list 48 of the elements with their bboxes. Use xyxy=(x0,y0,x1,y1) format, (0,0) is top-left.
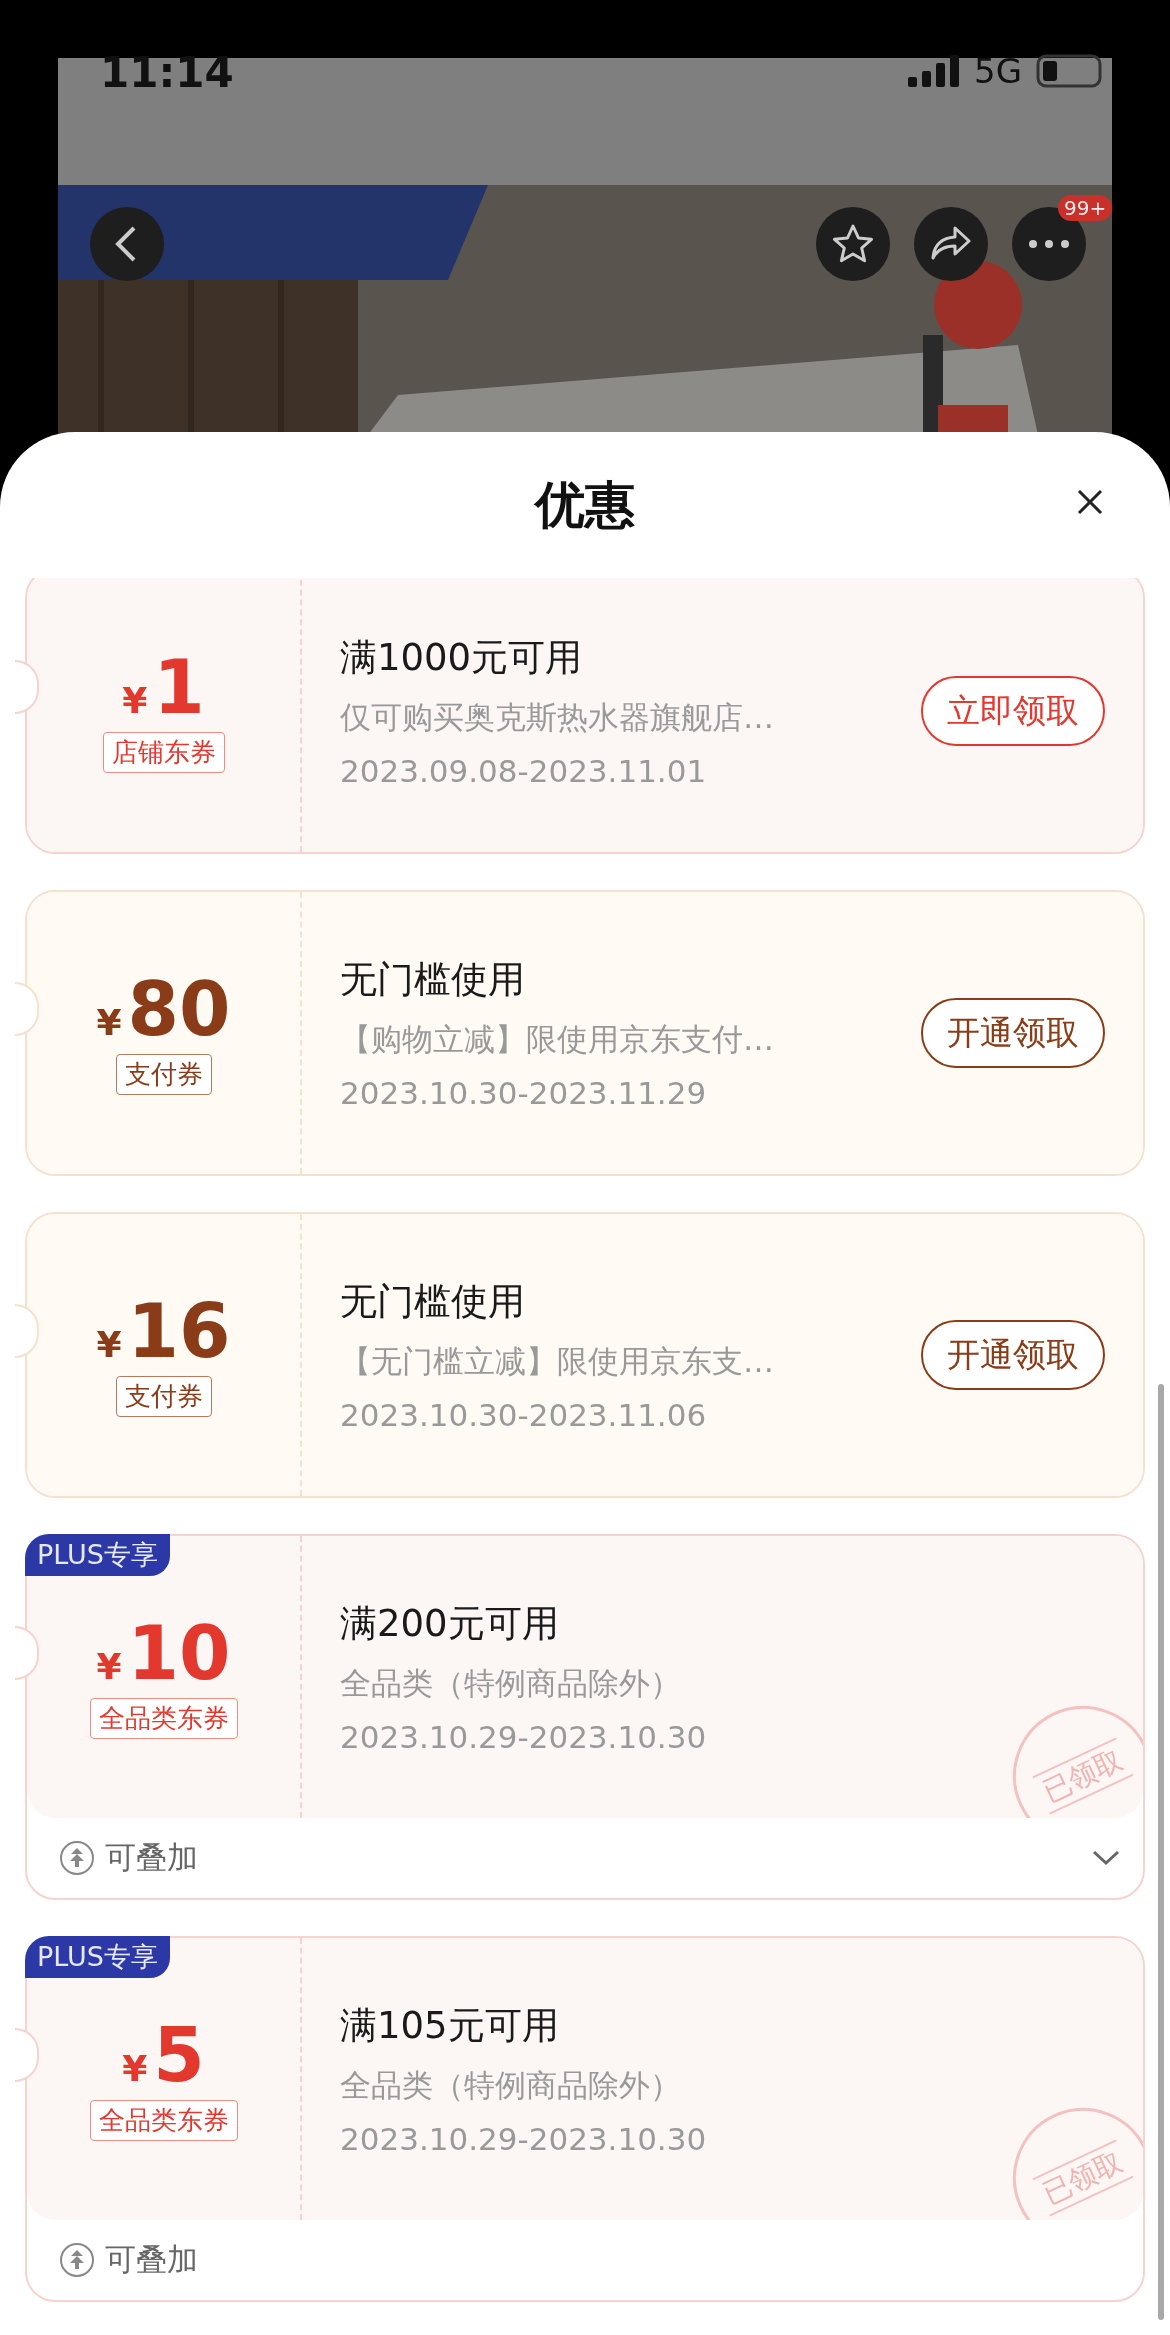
coupon-condition: 满105元可用 xyxy=(340,2003,560,2049)
coupon-description: 【购物立减】限使用京东支付… xyxy=(340,1020,775,1059)
coupon-tag: 支付券 xyxy=(115,1375,212,1417)
coupon-tag: 全品类东券 xyxy=(89,2099,238,2141)
coupon-dates: 2023.10.30-2023.11.06 xyxy=(340,1397,708,1433)
coupon-condition: 满200元可用 xyxy=(340,1601,560,1647)
signal-icon xyxy=(908,55,960,87)
coupon-dates: 2023.10.29-2023.10.30 xyxy=(340,1719,708,1755)
coupon-condition: 满1000元可用 xyxy=(340,635,584,681)
coupon-condition: 无门槛使用 xyxy=(340,1279,526,1325)
coupon-dates: 2023.10.29-2023.10.30 xyxy=(340,2121,708,2157)
coupon-amount: 1 xyxy=(153,649,205,724)
plus-badge: PLUS专享 xyxy=(25,1936,170,1978)
coupon-dates: 2023.10.30-2023.11.29 xyxy=(340,1075,708,1111)
currency-symbol: ¥ xyxy=(96,1645,122,1687)
coupon-tag: 全品类东券 xyxy=(89,1697,238,1739)
coupon-amount: 16 xyxy=(127,1293,231,1368)
coupon-amount: 80 xyxy=(127,971,231,1046)
coupon-amount: 5 xyxy=(153,2017,205,2092)
status-time: 11:14 xyxy=(100,52,234,94)
currency-symbol: ¥ xyxy=(96,1323,122,1365)
network-label: 5G xyxy=(974,54,1022,88)
coupon-dates: 2023.09.08-2023.11.01 xyxy=(340,753,708,789)
notification-badge: 99+ xyxy=(1058,195,1112,221)
sheet-title: 优惠 xyxy=(535,474,635,536)
battery-icon xyxy=(1036,54,1104,88)
claim-button[interactable]: 开通领取 xyxy=(921,998,1105,1068)
claim-button[interactable]: 立即领取 xyxy=(921,676,1105,746)
currency-symbol: ¥ xyxy=(122,679,148,721)
stack-icon xyxy=(59,1840,95,1876)
currency-symbol: ¥ xyxy=(96,1001,122,1043)
coupon-description: 全品类（特例商品除外） xyxy=(340,2066,682,2105)
stackable-label: 可叠加 xyxy=(105,2240,198,2279)
coupon-description: 【无门槛立减】限使用京东支… xyxy=(340,1342,775,1381)
coupon-condition: 无门槛使用 xyxy=(340,957,526,1003)
claim-button[interactable]: 开通领取 xyxy=(921,1320,1105,1390)
coupon-description: 仅可购买奥克斯热水器旗舰店… xyxy=(340,698,775,737)
currency-symbol: ¥ xyxy=(122,2047,148,2089)
coupon-tag: 支付券 xyxy=(115,1053,212,1095)
stackable-label: 可叠加 xyxy=(105,1838,198,1877)
coupon-amount: 10 xyxy=(127,1615,231,1690)
stack-icon xyxy=(59,2242,95,2278)
coupon-tag: 店铺东券 xyxy=(102,731,225,773)
plus-badge: PLUS专享 xyxy=(25,1534,170,1576)
coupon-description: 全品类（特例商品除外） xyxy=(340,1664,682,1703)
more-icon xyxy=(1027,239,1071,249)
chevron-down-icon[interactable] xyxy=(1091,1849,1121,1867)
close-icon xyxy=(1076,488,1104,516)
